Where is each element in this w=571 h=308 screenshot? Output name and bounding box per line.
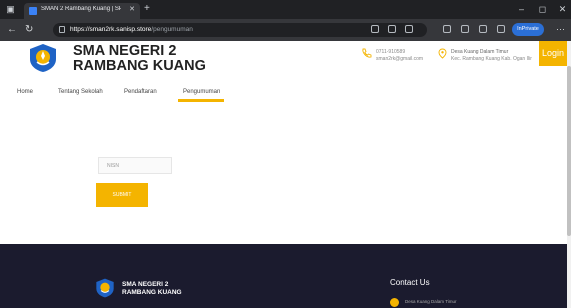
- menu-item-tentang-sekolah[interactable]: Tentang Sekolah: [58, 89, 103, 95]
- browser-tab[interactable]: SMAN 2 Rambang Kuang | SPAS ✕: [24, 3, 140, 19]
- footer-brand-line-2: RAMBANG KUANG: [122, 288, 182, 296]
- scrollbar-thumb[interactable]: [567, 66, 571, 236]
- inprivate-badge[interactable]: InPrivate: [512, 23, 544, 36]
- submit-button[interactable]: SUBMIT: [96, 183, 148, 207]
- nisn-input[interactable]: [98, 157, 172, 174]
- footer-address: Desa Kuang Dalam Timur: [405, 299, 457, 304]
- extensions-icon[interactable]: [497, 25, 505, 33]
- address-bar: ← ↻ https://sman2rk.sanisp.store/pengumu…: [0, 19, 571, 41]
- footer-contact-title: Contact Us: [390, 278, 430, 287]
- footer-logo-icon: [96, 278, 114, 298]
- tab-close-icon[interactable]: ✕: [129, 5, 135, 13]
- split-screen-icon[interactable]: [443, 25, 451, 33]
- window-menu-icon[interactable]: ▣: [5, 4, 16, 15]
- more-options-icon[interactable]: ···: [556, 25, 565, 34]
- maximize-button[interactable]: ◻: [537, 4, 548, 15]
- refresh-icon[interactable]: ↻: [25, 24, 33, 36]
- menu-item-pendaftaran[interactable]: Pendaftaran: [124, 89, 157, 95]
- footer: SMA NEGERI 2 RAMBANG KUANG Contact Us De…: [0, 244, 571, 308]
- collections-icon[interactable]: [479, 25, 487, 33]
- back-icon[interactable]: ←: [7, 24, 17, 36]
- phone-icon: [362, 48, 372, 58]
- active-menu-indicator: [178, 99, 224, 102]
- email-text: sman2rk@gmail.com: [376, 55, 424, 62]
- menu-item-pengumuman[interactable]: Pengumuman: [183, 89, 220, 95]
- zoom-icon[interactable]: [388, 25, 396, 33]
- lock-icon: [59, 26, 65, 33]
- url-text: https://sman2rk.sanisp.store/pengumuman: [70, 26, 193, 33]
- location-pin-icon: [438, 48, 447, 59]
- footer-brand-line-1: SMA NEGERI 2: [122, 281, 169, 288]
- read-aloud-icon[interactable]: [371, 25, 379, 33]
- footer-location-icon: [390, 298, 399, 307]
- footer-brand: SMA NEGERI 2 RAMBANG KUANG: [122, 281, 182, 296]
- contact-address: Desa Kuang Dalam Timur Kec. Rambang Kuan…: [451, 49, 532, 62]
- tab-favicon-icon: [29, 7, 37, 15]
- new-tab-button[interactable]: +: [144, 3, 150, 14]
- minimize-button[interactable]: –: [516, 4, 527, 15]
- menu-item-home[interactable]: Home: [17, 89, 33, 95]
- browser-tab-bar: ▣ SMAN 2 Rambang Kuang | SPAS ✕ + – ◻ ✕: [0, 0, 571, 19]
- brand-line-2: RAMBANG KUANG: [73, 58, 206, 74]
- favorites-icon[interactable]: [461, 25, 469, 33]
- tab-title: SMAN 2 Rambang Kuang | SPAS: [41, 6, 121, 12]
- login-button[interactable]: Login: [539, 41, 567, 66]
- close-window-button[interactable]: ✕: [557, 4, 568, 15]
- favorite-star-icon[interactable]: [405, 25, 413, 33]
- contact-phone-email: 0711-910589 sman2rk@gmail.com: [376, 49, 423, 62]
- site-brand[interactable]: SMA NEGERI 2 RAMBANG KUANG: [73, 44, 206, 74]
- address-subtitle: Kec. Rambang Kuang Kab. Ogan Ilir: [451, 55, 532, 62]
- brand-line-1: SMA NEGERI 2: [73, 43, 177, 59]
- school-logo-icon: [30, 44, 56, 72]
